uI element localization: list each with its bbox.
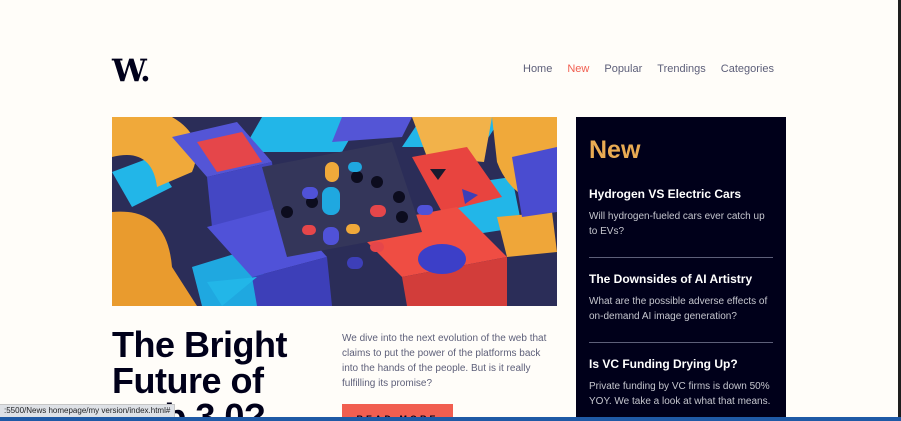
hero-image	[112, 117, 557, 306]
nav-item-home[interactable]: Home	[523, 63, 552, 75]
new-article-item: Is VC Funding Drying Up? Private funding…	[589, 343, 773, 421]
new-article-item: Hydrogen VS Electric Cars Will hydrogen-…	[589, 173, 773, 258]
new-article-title[interactable]: Is VC Funding Drying Up?	[589, 357, 773, 371]
new-article-desc: What are the possible adverse effects of…	[589, 296, 768, 322]
nav-item-popular[interactable]: Popular	[604, 63, 642, 75]
hero-description: We dive into the next evolution of the w…	[342, 333, 547, 389]
headline-line-2: Future of	[112, 360, 264, 401]
new-article-title[interactable]: The Downsides of AI Artistry	[589, 272, 773, 286]
new-article-item: The Downsides of AI Artistry What are th…	[589, 258, 773, 343]
new-section-title: New	[589, 136, 641, 164]
nav-item-trendings[interactable]: Trendings	[657, 63, 706, 75]
new-article-desc: Will hydrogen-fueled cars ever catch up …	[589, 211, 765, 237]
nav-item-new[interactable]: New	[567, 63, 589, 75]
headline-line-1: The Bright	[112, 324, 287, 365]
new-article-title[interactable]: Hydrogen VS Electric Cars	[589, 187, 773, 201]
nav-item-categories[interactable]: Categories	[721, 63, 774, 75]
brand-logo[interactable]: W.	[112, 56, 151, 87]
hero-illustration	[112, 117, 557, 306]
new-articles-panel: New Hydrogen VS Electric Cars Will hydro…	[576, 117, 786, 421]
status-bar-url: :5500/News homepage/my version/index.htm…	[0, 404, 176, 418]
taskbar-strip	[0, 417, 901, 421]
main-nav: Home New Popular Trendings Categories	[523, 63, 774, 75]
new-article-desc: Private funding by VC firms is down 50% …	[589, 381, 771, 407]
